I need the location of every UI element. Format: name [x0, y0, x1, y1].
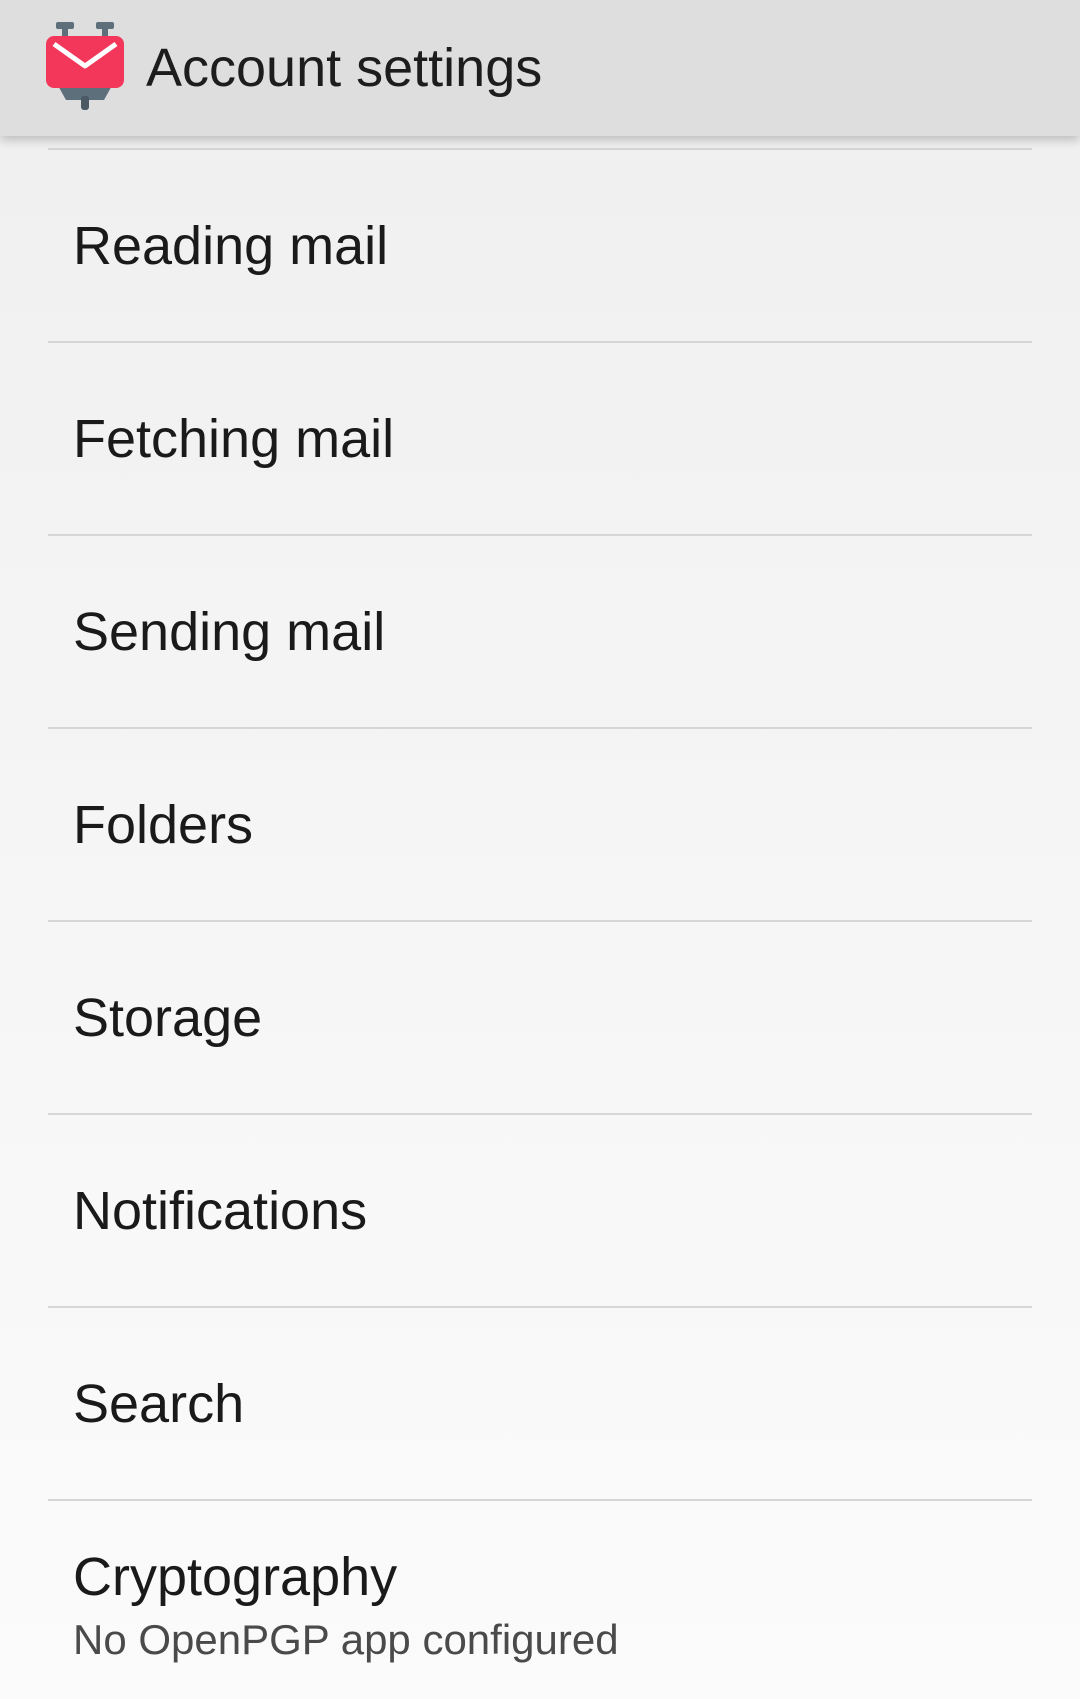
settings-item-fetching-mail[interactable]: Fetching mail	[48, 343, 1032, 536]
settings-item-sending-mail[interactable]: Sending mail	[48, 536, 1032, 729]
settings-item-title: Sending mail	[73, 602, 386, 662]
settings-item-title: Fetching mail	[73, 409, 395, 469]
settings-item-folders[interactable]: Folders	[48, 729, 1032, 922]
page-title: Account settings	[146, 38, 543, 98]
settings-item-title: Search	[73, 1374, 245, 1434]
app-bar: Account settings	[0, 0, 1080, 136]
settings-item-storage[interactable]: Storage	[48, 922, 1032, 1115]
k9-mail-icon[interactable]	[44, 20, 126, 112]
settings-item-summary: No OpenPGP app configured	[73, 1616, 619, 1663]
settings-item-title: Notifications	[73, 1181, 368, 1241]
settings-item-search[interactable]: Search	[48, 1308, 1032, 1501]
settings-item-notifications[interactable]: Notifications	[48, 1115, 1032, 1308]
settings-item-reading-mail[interactable]: Reading mail	[48, 150, 1032, 343]
settings-item-title: Cryptography	[73, 1547, 398, 1607]
settings-item-title: Storage	[73, 988, 263, 1048]
settings-item-title: Reading mail	[73, 216, 389, 276]
settings-item-title: Folders	[73, 795, 254, 855]
settings-item-cryptography[interactable]: Cryptography No OpenPGP app configured	[48, 1501, 1032, 1699]
